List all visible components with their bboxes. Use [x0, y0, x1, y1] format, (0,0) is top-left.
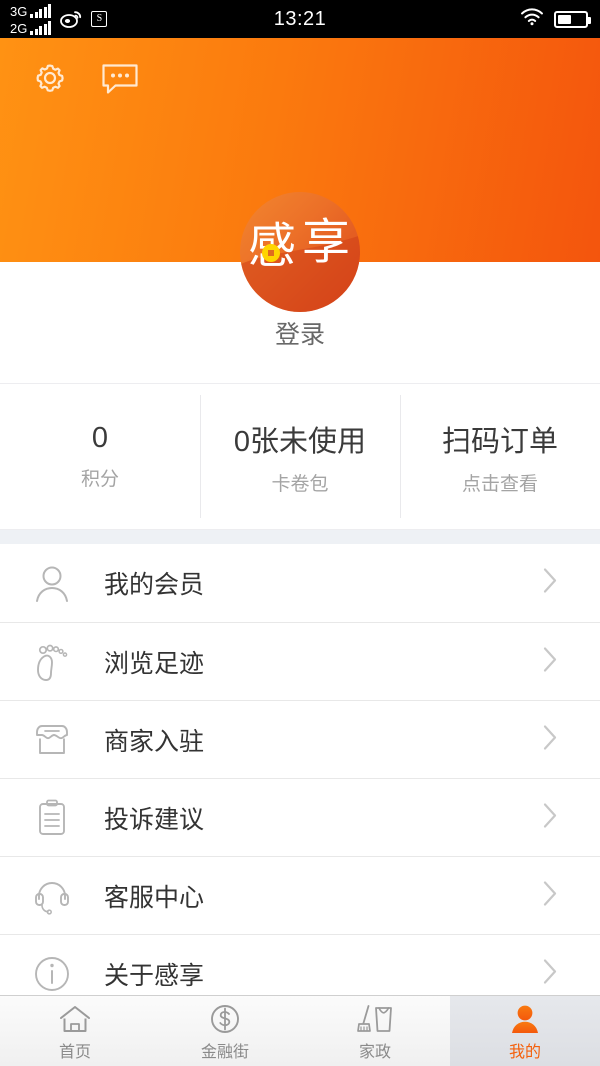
- tab-label: 家政: [358, 1043, 391, 1061]
- tab-label: 首页: [58, 1043, 91, 1061]
- person-icon: [26, 561, 78, 605]
- chevron-right-icon: [542, 801, 558, 834]
- menu-item-complaints-suggestions[interactable]: 投诉建议: [0, 778, 600, 856]
- gear-icon: [31, 59, 69, 102]
- stat-value: 0张未使用: [233, 425, 367, 458]
- message-bubble-icon: [99, 59, 141, 102]
- logo-artwork-icon: 感 享: [240, 214, 360, 312]
- tab-mine[interactable]: 我的: [450, 996, 600, 1066]
- stat-value: 0: [91, 422, 109, 454]
- menu-item-customer-service[interactable]: 客服中心: [0, 856, 600, 934]
- messages-button[interactable]: [96, 56, 144, 104]
- menu-item-browsing-history[interactable]: 浏览足迹: [0, 622, 600, 700]
- status-bar: 3G 2G S 13:21: [0, 0, 600, 38]
- app-root: 3G 2G S 13:21 享 登录 0 积分 0张未使用 卡卷包 扫码订单 点…: [0, 0, 600, 1066]
- chevron-right-icon: [542, 723, 558, 756]
- stat-label: 积分: [80, 469, 119, 490]
- chevron-right-icon: [542, 645, 558, 678]
- footprint-icon: [26, 640, 78, 684]
- stat-value: 扫码订单: [441, 425, 558, 458]
- home-icon: [58, 1001, 92, 1035]
- battery-icon: [554, 10, 591, 28]
- header-actions: [26, 56, 144, 104]
- tab-home[interactable]: 首页: [0, 996, 150, 1066]
- menu-item-label: 关于感享: [104, 961, 205, 990]
- stats-panel: 0 积分 0张未使用 卡卷包 扫码订单 点击查看: [0, 383, 600, 530]
- stat-scan-order[interactable]: 扫码订单 点击查看: [400, 384, 600, 529]
- clipboard-icon: [26, 796, 78, 840]
- chevron-right-icon: [542, 567, 558, 600]
- stat-label: 卡卷包: [271, 473, 329, 495]
- menu-item-label: 商家入驻: [104, 727, 205, 756]
- housekeeping-icon: [356, 1001, 394, 1035]
- menu-item-merchant-settlement[interactable]: 商家入驻: [0, 700, 600, 778]
- login-link[interactable]: 登录: [0, 315, 600, 351]
- headset-icon: [26, 874, 78, 918]
- info-circle-icon: [26, 952, 78, 996]
- menu-item-my-membership[interactable]: 我的会员: [0, 544, 600, 622]
- person-filled-icon: [508, 1001, 542, 1035]
- bottom-tab-bar: 首页 金融街 家政 我的: [0, 995, 600, 1066]
- stat-points[interactable]: 0 积分: [0, 384, 200, 529]
- section-divider: [0, 530, 600, 544]
- chevron-right-icon: [542, 879, 558, 912]
- svg-text:享: 享: [302, 214, 350, 270]
- chevron-right-icon: [542, 957, 558, 990]
- status-bar-clock: 13:21: [273, 7, 327, 30]
- shop-icon: [26, 718, 78, 762]
- tab-label: 我的: [508, 1043, 541, 1061]
- tab-label: 金融街: [200, 1043, 249, 1061]
- stat-coupons[interactable]: 0张未使用 卡卷包: [200, 384, 400, 529]
- brand-logo-glyphs: 感 享: [240, 192, 360, 312]
- menu-item-label: 投诉建议: [104, 805, 205, 834]
- menu-item-label: 浏览足迹: [104, 649, 205, 678]
- wifi-icon: [520, 7, 544, 31]
- status-bar-right: [520, 0, 591, 38]
- menu-item-label: 我的会员: [104, 571, 205, 599]
- dollar-circle-icon: [208, 1001, 242, 1035]
- tab-finance-street[interactable]: 金融街: [150, 996, 300, 1066]
- brand-logo[interactable]: 感 享: [240, 192, 360, 312]
- stat-label: 点击查看: [461, 473, 538, 495]
- menu-list: 我的会员 浏览足迹 商家入驻 投诉建议 客服中心 关于感享: [0, 544, 600, 1012]
- tab-housekeeping[interactable]: 家政: [300, 996, 450, 1066]
- settings-button[interactable]: [26, 56, 74, 104]
- menu-item-label: 客服中心: [104, 883, 205, 912]
